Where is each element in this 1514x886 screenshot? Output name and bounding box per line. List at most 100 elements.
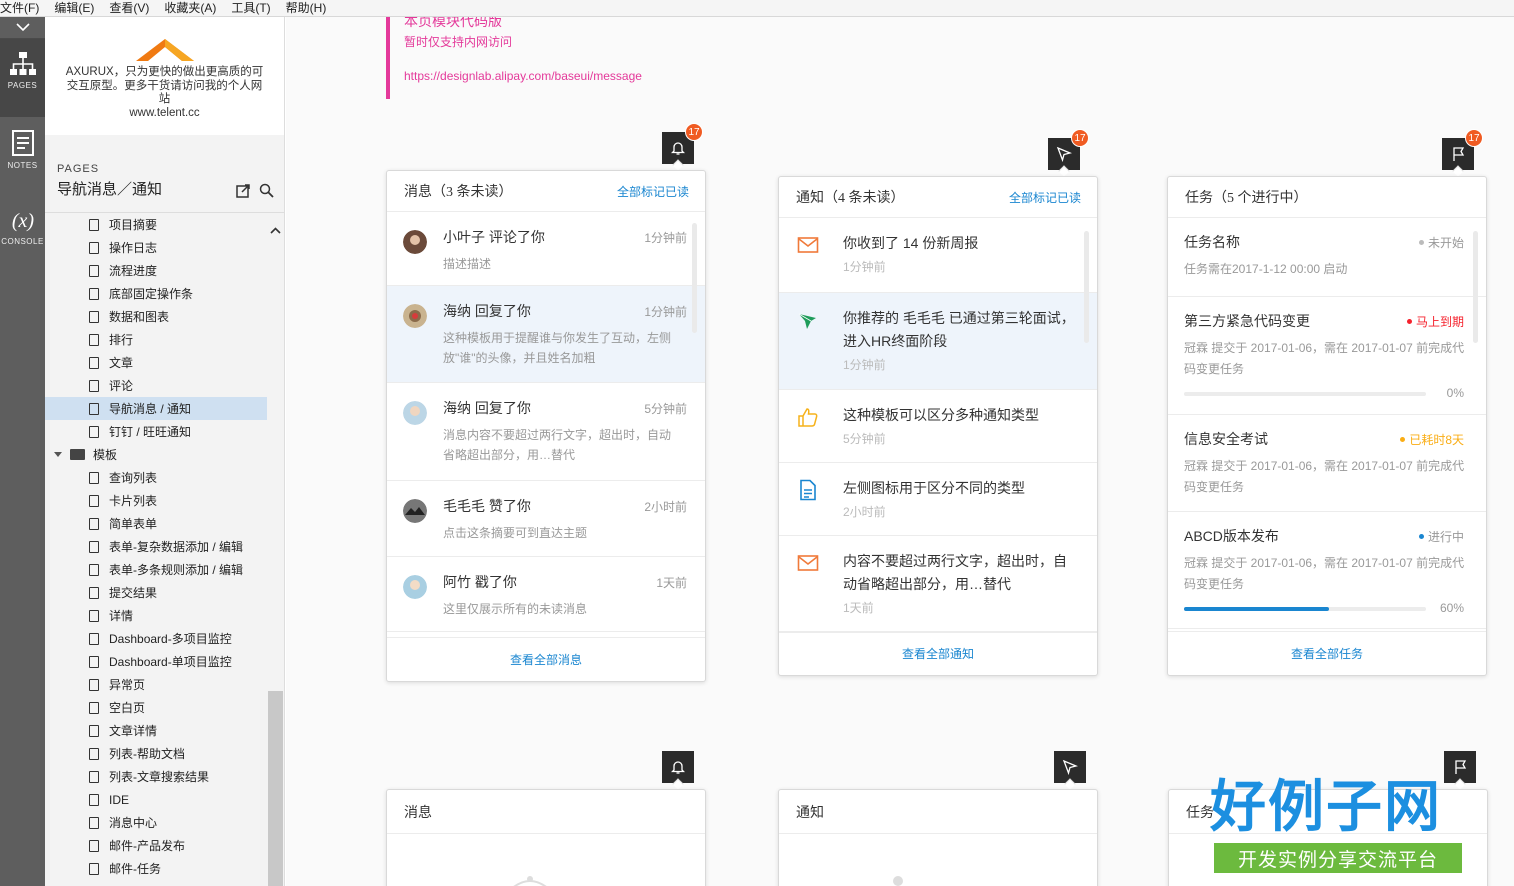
notice-item[interactable]: 内容不要超过两行文字，超出时，自动省略超出部分，用…替代 1天前 (779, 536, 1097, 633)
tree-item[interactable]: 底部固定操作条 (45, 282, 268, 305)
tree-item[interactable]: IDE (45, 788, 268, 811)
message-trigger[interactable]: 17 (662, 123, 703, 171)
message-trigger-empty[interactable] (662, 751, 694, 790)
message-item[interactable]: 海纳 回复了你 5分钟前 消息内容不要超过两行文字，超出时，自动省略超出部分，用… (387, 383, 705, 481)
tree-item-label: 列表-帮助文档 (109, 747, 185, 761)
notice-time: 1天前 (843, 601, 874, 615)
tree-item-selected[interactable]: 导航消息 / 通知 (45, 397, 268, 420)
menu-view[interactable]: 查看(V) (109, 0, 149, 16)
view-all-messages-link[interactable]: 查看全部消息 (387, 637, 705, 681)
message-time: 1天前 (656, 576, 687, 590)
message-item[interactable]: 海纳 回复了你 1分钟前 这种模板用于提醒谁与你发生了互动，左侧放"谁"的头像，… (387, 286, 705, 383)
tree-item[interactable]: 卡片列表 (45, 489, 268, 512)
tree-item[interactable]: 表单-多条规则添加 / 编辑 (45, 558, 268, 581)
tree-item[interactable]: 文章详情 (45, 719, 268, 742)
collapse-button[interactable] (0, 17, 45, 39)
task-item[interactable]: 第三方紧急代码变更 马上到期 冠霖 提交于 2017-01-06，需在 2017… (1168, 297, 1486, 415)
tree-item[interactable]: 消息中心 (45, 811, 268, 834)
tree-item[interactable]: 评论 (45, 374, 268, 397)
menu-file[interactable]: 文件(F) (0, 0, 39, 16)
brand-panel: AXURUX，只为更快的做出更高质的可交互原型。更多干货请访问我的个人网站 ww… (45, 17, 284, 135)
search-pages-icon[interactable] (259, 183, 274, 198)
bell-icon (671, 142, 685, 155)
notice-trigger[interactable]: 17 (1048, 129, 1089, 177)
sidebar-scrollbar[interactable] (267, 213, 284, 886)
task-item[interactable]: 信息安全考试 已耗时8天 冠霖 提交于 2017-01-06，需在 2017-0… (1168, 415, 1486, 512)
scroll-up-icon[interactable] (270, 227, 281, 234)
view-all-tasks-link[interactable]: 查看全部任务 (1168, 631, 1486, 675)
notice-time: 5分钟前 (843, 432, 886, 446)
menu-favorites[interactable]: 收藏夹(A) (164, 0, 216, 16)
status-label: 马上到期 (1415, 315, 1464, 329)
task-item[interactable]: 任务名称 未开始 任务需在2017-1-12 00:00 启动 (1168, 218, 1486, 297)
brand-site[interactable]: www.telent.cc (63, 107, 266, 121)
notice-time: 1分钟前 (843, 260, 886, 274)
watermark-subtitle: 开发实例分享交流平台 (1214, 843, 1462, 873)
notes-icon (11, 130, 34, 156)
view-all-notices-link[interactable]: 查看全部通知 (779, 631, 1097, 675)
mark-all-read-button[interactable]: 全部标记已读 (617, 183, 689, 200)
messages-card: 消息（3 条未读） 全部标记已读 小叶子 评论了你 1分钟前 描述描述 海纳 回… (386, 170, 706, 682)
scrollbar-thumb[interactable] (268, 691, 283, 886)
tree-item[interactable]: 排行 (45, 328, 268, 351)
card-title: 通知（4 条未读） (796, 191, 905, 206)
list-scrollbar[interactable] (1473, 231, 1478, 343)
message-item[interactable]: 毛毛毛 赞了你 2小时前 点击这条摘要可到直达主题 (387, 481, 705, 557)
notice-item[interactable]: 你推荐的 毛毛毛 已通过第三轮面试，进入HR终面阶段 1分钟前 (779, 293, 1097, 390)
tree-item[interactable]: 空白页 (45, 696, 268, 719)
notes-tool[interactable]: NOTES (0, 117, 45, 195)
task-status: 进行中 (1418, 528, 1464, 545)
tree-item[interactable]: 钉钉 / 旺旺通知 (45, 420, 268, 443)
menu-tools[interactable]: 工具(T) (231, 0, 270, 16)
notice-item[interactable]: 这种模板可以区分多种通知类型 5分钟前 (779, 390, 1097, 463)
tree-item[interactable]: 数据和图表 (45, 305, 268, 328)
message-item[interactable]: 阿竹 戳了你 1天前 这里仅展示所有的未读消息 (387, 557, 705, 632)
tree-item[interactable]: 项目摘要 (45, 213, 268, 236)
message-item[interactable]: 小叶子 评论了你 1分钟前 描述描述 (387, 212, 705, 286)
tree-item[interactable]: 简单表单 (45, 512, 268, 535)
tree-item[interactable]: 邮件-产品发布 (45, 834, 268, 857)
tree-item[interactable]: 查询列表 (45, 466, 268, 489)
tree-item[interactable]: 列表-帮助文档 (45, 742, 268, 765)
tree-item[interactable]: Dashboard-单项目监控 (45, 650, 268, 673)
leaf-icon (798, 313, 816, 329)
tree-item[interactable]: 详情 (45, 604, 268, 627)
note-bar (386, 17, 390, 99)
pages-tool[interactable]: PAGES (0, 39, 45, 117)
menu-edit[interactable]: 编辑(E) (54, 0, 94, 16)
page-icon (89, 770, 99, 783)
list-scrollbar[interactable] (692, 223, 697, 333)
progress-track (1184, 392, 1426, 396)
notice-item[interactable]: 左侧图标用于区分不同的类型 2小时前 (779, 463, 1097, 536)
tree-item[interactable]: 操作日志 (45, 236, 268, 259)
tree-item[interactable]: 提交结果 (45, 581, 268, 604)
tree-folder[interactable]: 模板 (45, 443, 268, 466)
tree-item[interactable]: 异常页 (45, 673, 268, 696)
tree-item[interactable]: Dashboard-多项目监控 (45, 627, 268, 650)
expand-arrow-icon[interactable] (54, 452, 62, 457)
notice-item[interactable]: 你收到了 14 份新周报 1分钟前 (779, 218, 1097, 293)
console-tool[interactable]: (x) CONSOLE (0, 195, 45, 273)
tree-item[interactable]: 邮件-任务 (45, 857, 268, 880)
console-tool-label: CONSOLE (1, 237, 44, 246)
task-trigger[interactable]: 17 (1442, 129, 1483, 177)
tree-item-label: 表单-多条规则添加 / 编辑 (109, 563, 243, 577)
tree-item[interactable]: 流程进度 (45, 259, 268, 282)
notice-trigger-empty[interactable] (1054, 751, 1086, 790)
tree-item[interactable]: 列表-文章搜索结果 (45, 765, 268, 788)
tree-item[interactable]: 表单-复杂数据添加 / 编辑 (45, 535, 268, 558)
sitemap-icon (9, 52, 36, 75)
task-item[interactable]: ABCD版本发布 进行中 冠霖 提交于 2017-01-06，需在 2017-0… (1168, 512, 1486, 629)
svg-text:(x): (x) (11, 210, 34, 232)
tree-item[interactable] (45, 880, 268, 886)
mark-all-read-button[interactable]: 全部标记已读 (1009, 189, 1081, 206)
menu-help[interactable]: 帮助(H) (286, 0, 327, 16)
tree-item[interactable]: 文章 (45, 351, 268, 374)
export-icon[interactable] (236, 183, 251, 198)
note-link[interactable]: https://designlab.alipay.com/baseui/mess… (404, 69, 642, 83)
notice-text: 左侧图标用于区分不同的类型 (843, 480, 1025, 496)
list-scrollbar[interactable] (1084, 231, 1089, 343)
page-tree: 项目摘要 操作日志 流程进度 底部固定操作条 数据和图表 排行 文章 评论 导航… (45, 213, 285, 886)
progress-track (1184, 607, 1426, 611)
popover-arrow (672, 778, 684, 790)
